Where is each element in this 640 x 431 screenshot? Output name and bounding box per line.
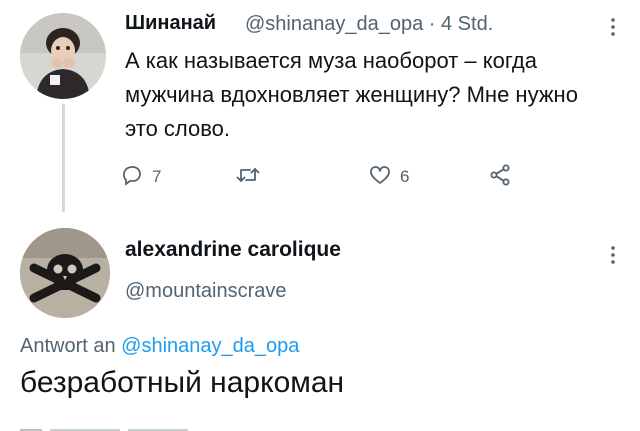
tweet-handle-and-time[interactable]: @shinanay_da_opa · 4 Std. [245,13,493,36]
like-button[interactable]: 6 [368,160,409,194]
reply-icon [120,163,144,192]
reply-author-avatar[interactable] [20,228,110,318]
author-avatar[interactable] [20,13,106,99]
skull-avatar-image [20,228,110,318]
share-icon [488,163,512,192]
replying-to-mention[interactable]: @shinanay_da_opa [121,335,299,357]
like-count: 6 [400,167,410,186]
retweet-button[interactable] [235,160,269,194]
more-dots-icon[interactable] [602,14,624,40]
tweet-author-name[interactable]: Шинанай [125,12,216,35]
replying-to-line: Antwort an @shinanay_da_opa [20,335,299,358]
reply-button[interactable]: 7 [120,160,161,194]
reply-tweet-text: безработный наркоман [20,366,345,399]
tweet-text: А как называется муза наоборот – когда м… [125,48,578,141]
thread-connector-line [62,104,65,212]
tweet-actions-bar: 7 6 [120,160,560,194]
reply-count: 7 [152,167,162,186]
share-button[interactable] [488,160,512,194]
replying-to-prefix: Antwort an [20,335,116,357]
avatar-photo [20,13,106,99]
heart-icon [368,163,392,192]
reply-author-handle[interactable]: @mountainscrave [125,280,286,303]
retweet-icon [235,163,261,192]
more-dots-icon[interactable] [602,242,624,268]
reply-author-name[interactable]: alexandrine carolique [125,238,341,262]
cut-off-line [20,422,320,431]
